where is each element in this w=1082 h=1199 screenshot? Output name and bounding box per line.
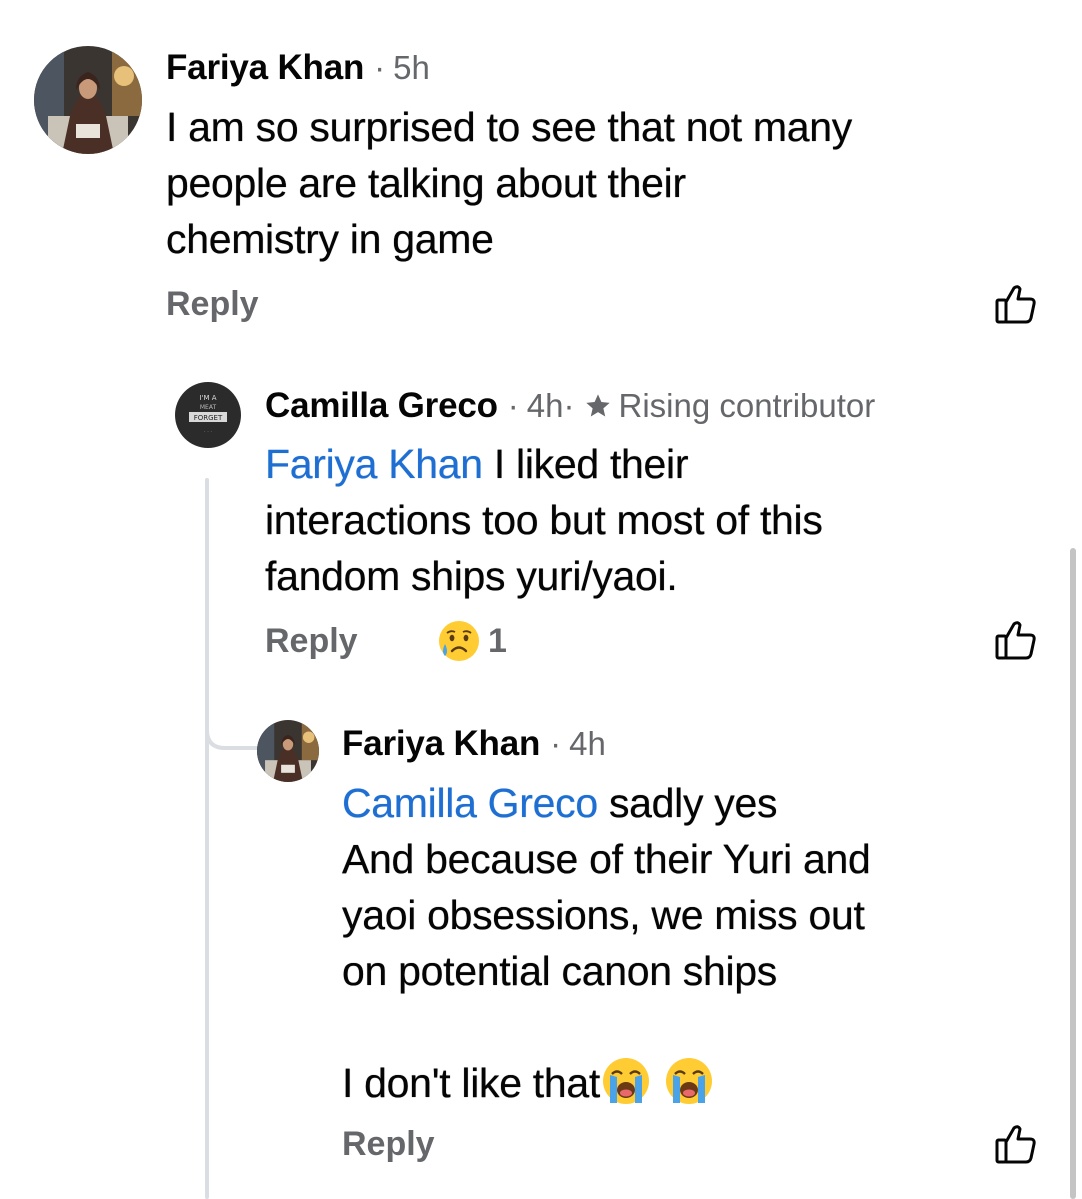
comment-text-line: And because of their Yuri and [342,836,871,882]
comment-text-line: I am so surprised to see that not many [166,104,852,150]
star-icon [586,394,611,417]
author-name[interactable]: Fariya Khan [342,724,540,764]
reply-button[interactable]: Reply [342,1125,435,1164]
svg-text:FORGET: FORGET [194,414,223,422]
thumbs-up-icon[interactable] [994,282,1038,326]
profile-photo [34,46,142,154]
profile-photo: I'M A MEAT FORGET . . . [175,382,241,448]
loudly-crying-face-emoji [603,1058,649,1104]
crying-face-emoji [439,621,479,661]
timestamp[interactable]: 4h [569,725,606,763]
comment-text-line: fandom ships yuri/yaoi. [265,553,678,599]
comment-text: Camilla Greco sadly yes And because of t… [342,775,1042,1111]
avatar[interactable] [257,720,319,782]
thumbs-up-icon[interactable] [994,618,1038,662]
thread-branch [205,700,263,750]
timestamp[interactable]: 5h [393,49,430,87]
profile-photo [257,720,319,782]
author-name[interactable]: Camilla Greco [265,386,498,426]
comment-text-fragment: I don't like that [342,1060,600,1106]
scrollbar[interactable] [1070,548,1076,1199]
contributor-badge[interactable]: Rising contributor [618,387,875,425]
comment-header: Camilla Greco · 4h· Rising contributor [265,386,875,426]
comment-text-fragment: I liked their [493,441,689,487]
comment-text-line: people are talking about their [166,160,686,206]
comment-text-line: Fariya Khan I liked their [265,436,1045,492]
svg-text:I'M A: I'M A [199,394,216,402]
reaction-count: 1 [488,621,507,660]
comment-text: Fariya Khan I liked their interactions t… [265,436,1045,604]
author-name[interactable]: Fariya Khan [166,48,364,88]
comment-text-line: I don't like that [342,1055,1042,1111]
reply-button[interactable]: Reply [265,622,358,661]
comment-text-line: chemistry in game [166,216,494,262]
separator-dot: · [374,49,386,86]
comment-text: I am so surprised to see that not many p… [166,99,1046,267]
thread-connector [205,478,209,1199]
reaction-summary[interactable]: 1 [436,618,507,664]
timestamp[interactable]: 4h· [527,387,575,425]
comment-header: Fariya Khan · 4h [342,724,606,764]
comment-text-line: on potential canon ships [342,948,778,994]
comment-text-line: Camilla Greco sadly yes [342,775,1042,831]
thumbs-up-icon[interactable] [994,1122,1038,1166]
separator-dot: · [550,725,562,762]
avatar[interactable] [34,46,142,154]
loudly-crying-face-emoji [666,1058,713,1104]
separator-dot: · [507,387,519,424]
mention-link[interactable]: Camilla Greco [342,780,598,826]
svg-text:. . .: . . . [204,428,212,434]
reply-button[interactable]: Reply [166,285,259,324]
comment-header: Fariya Khan · 5h [166,48,430,88]
comment-text-line: interactions too but most of this [265,497,823,543]
comment-blank-line [342,999,1042,1055]
comment-text-line: yaoi obsessions, we miss out [342,892,865,938]
svg-text:MEAT: MEAT [200,404,217,411]
mention-link[interactable]: Fariya Khan [265,441,483,487]
avatar[interactable]: I'M A MEAT FORGET . . . [175,382,241,448]
comment-text-fragment: sadly yes [608,780,778,826]
